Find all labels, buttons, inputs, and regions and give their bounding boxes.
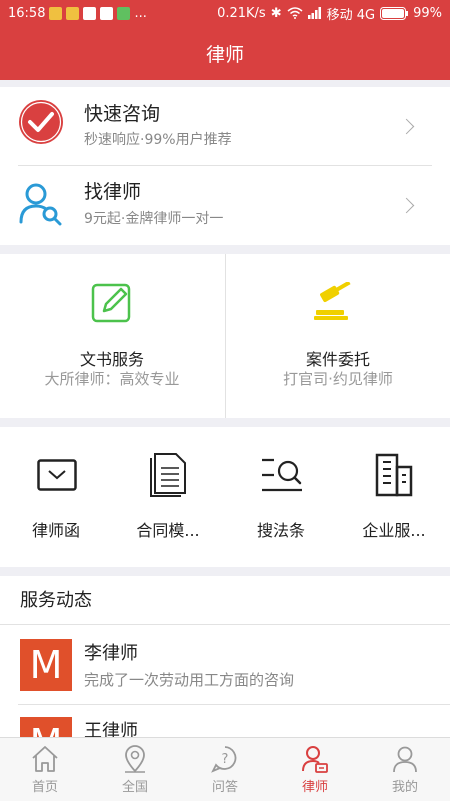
case-entrust-name: 案件委托	[305, 350, 370, 369]
document-service[interactable]: 文书服务 大所律师：高效专业	[0, 254, 224, 418]
tool-label: 律师函	[31, 521, 80, 540]
feed-lawyer-name: 李律师	[84, 643, 138, 664]
search-list-icon	[262, 458, 302, 492]
network-speed: 0.21K/s	[217, 5, 266, 21]
feed-lawyer-name: 王律师	[84, 721, 138, 737]
person-search-icon	[19, 183, 62, 226]
home-icon	[32, 746, 58, 772]
svg-text:?: ?	[222, 752, 229, 767]
notification-app-icon	[66, 6, 80, 20]
location-pin-icon	[125, 745, 145, 773]
feed-title: 服务动态	[20, 590, 92, 611]
title-bar: 律师	[0, 26, 450, 80]
question-icon: ?	[211, 746, 237, 773]
nav-qa[interactable]: ? 问答	[180, 738, 270, 801]
nav-label: 律师	[301, 780, 328, 795]
notification-app-icon	[83, 6, 97, 20]
building-icon	[375, 453, 413, 497]
tool-contract-template[interactable]: 合同模...	[112, 427, 224, 567]
services-card: 文书服务 大所律师：高效专业 案件委托 打官司·约见律师	[0, 254, 450, 418]
nav-label: 我的	[391, 780, 418, 795]
envelope-icon	[37, 459, 77, 491]
quick-consult-row[interactable]: 快速咨询 秒速响应·99%用户推荐	[0, 87, 450, 165]
battery-icon	[380, 6, 409, 20]
nav-nationwide[interactable]: 全国	[90, 738, 180, 801]
chevron-right-icon	[398, 197, 415, 214]
case-entrust-desc: 打官司·约见律师	[283, 370, 393, 388]
notification-app-icon	[100, 6, 114, 20]
tools-card: 律师函 合同模... 搜法条 企业服...	[0, 427, 450, 567]
gavel-icon	[314, 282, 351, 320]
tool-enterprise-service[interactable]: 企业服...	[338, 427, 450, 567]
quick-actions-card: 快速咨询 秒速响应·99%用户推荐 找律师 9元起·金牌律师一对一	[0, 87, 450, 245]
nav-home[interactable]: 首页	[0, 738, 90, 801]
pencil-edit-icon	[91, 283, 131, 323]
nav-lawyer[interactable]: 律师	[270, 738, 360, 801]
bottom-navigation: 首页 全国 ? 问答 律师 我的	[0, 737, 450, 801]
avatar: M	[20, 639, 72, 691]
document-service-name: 文书服务	[79, 350, 144, 369]
tool-label: 合同模...	[136, 521, 200, 540]
status-bar: 16:58 ... 0.21K/s ✱ 移动 4G 99%	[0, 0, 450, 26]
find-lawyer-subtitle: 9元起·金牌律师一对一	[84, 211, 224, 227]
service-feed: 服务动态 M 李律师 完成了一次劳动用工方面的咨询 M 王律师	[0, 576, 450, 737]
nav-label: 首页	[31, 780, 58, 795]
quick-consult-title: 快速咨询	[84, 103, 161, 125]
tool-label: 搜法条	[256, 521, 305, 540]
carrier-label: 移动 4G	[326, 7, 376, 23]
feed-description: 完成了一次劳动用工方面的咨询	[84, 671, 295, 689]
case-entrust-service[interactable]: 案件委托 打官司·约见律师	[226, 254, 450, 418]
lawyer-icon	[302, 746, 328, 773]
signal-icon	[307, 7, 321, 19]
profile-icon	[393, 746, 417, 773]
feed-item[interactable]: M 李律师 完成了一次劳动用工方面的咨询	[0, 625, 450, 705]
nav-mine[interactable]: 我的	[360, 738, 450, 801]
page-title: 律师	[205, 43, 244, 66]
tool-search-law[interactable]: 搜法条	[225, 427, 337, 567]
find-lawyer-title: 找律师	[84, 181, 142, 203]
tool-lawyer-letter[interactable]: 律师函	[0, 427, 112, 567]
tool-label: 企业服...	[362, 521, 426, 540]
avatar: M	[20, 717, 72, 737]
wifi-icon	[287, 7, 303, 19]
find-lawyer-row[interactable]: 找律师 9元起·金牌律师一对一	[0, 166, 450, 244]
notification-app-icon	[117, 6, 131, 20]
status-time: 16:58	[8, 5, 46, 21]
check-circle-icon	[19, 100, 63, 144]
battery-level: 99%	[413, 5, 442, 21]
document-service-desc: 大所律师：高效专业	[44, 370, 180, 388]
notification-app-icon	[49, 6, 63, 20]
chevron-right-icon	[398, 118, 415, 135]
feed-item[interactable]: M 王律师	[0, 705, 450, 737]
quick-consult-subtitle: 秒速响应·99%用户推荐	[84, 132, 232, 148]
nav-label: 问答	[211, 780, 238, 795]
more-notifications-icon: ...	[134, 5, 147, 21]
bluetooth-icon: ✱	[270, 5, 282, 21]
document-icon	[150, 453, 186, 497]
nav-label: 全国	[121, 780, 148, 795]
